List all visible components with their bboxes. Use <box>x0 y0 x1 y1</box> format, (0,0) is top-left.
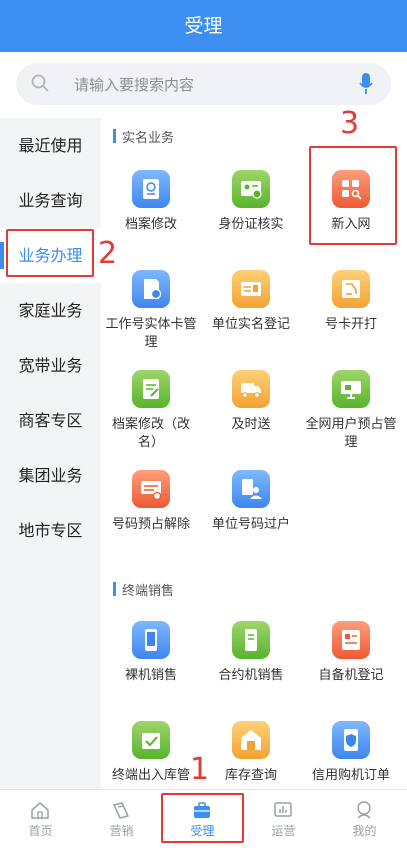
sidebar-item-business[interactable]: 商客专区 <box>0 393 101 448</box>
tile-number-transfer[interactable]: 单位号码过户 <box>201 470 301 534</box>
annotation-number-2: 2 <box>98 236 118 271</box>
tile-label: 单位实名登记 <box>211 317 290 332</box>
section-title-realname: 实名业务 <box>113 127 174 146</box>
register-form-icon <box>332 621 370 659</box>
marketing-icon <box>111 800 131 824</box>
tile-sim-card-management[interactable]: 工作号实体卡管理 <box>101 270 201 352</box>
tile-file-edit[interactable]: 档案修改 <box>101 170 201 234</box>
tile-delivery[interactable]: 及时送 <box>201 370 301 434</box>
annotation-number-1: 1 <box>190 752 210 787</box>
card-open-icon <box>332 270 370 308</box>
tile-label: 合约机销售 <box>218 668 284 683</box>
sidebar-item-broadband[interactable]: 宽带业务 <box>0 338 101 393</box>
tile-contract-phone-sale[interactable]: 合约机销售 <box>201 621 301 685</box>
tile-preoccupy-manage[interactable]: 全网用户预占管理 <box>301 370 401 452</box>
tab-home[interactable]: 首页 <box>0 790 81 848</box>
tile-bare-phone-sale[interactable]: 裸机销售 <box>101 621 201 685</box>
phone-icon <box>132 621 170 659</box>
search-icon <box>30 73 50 97</box>
sidebar-item-city[interactable]: 地市专区 <box>0 503 101 558</box>
tile-card-open[interactable]: 号卡开打 <box>301 270 401 334</box>
sidebar-item-family[interactable]: 家庭业务 <box>0 283 101 338</box>
tile-label: 库存查询 <box>224 768 277 783</box>
tile-label: 裸机销售 <box>124 668 177 683</box>
box-check-icon <box>132 721 170 759</box>
monitor-icon <box>332 370 370 408</box>
tile-label: 单位号码过户 <box>211 517 290 532</box>
tile-number-release[interactable]: 号码预占解除 <box>101 470 201 534</box>
sidebar-item-query[interactable]: 业务查询 <box>0 173 101 228</box>
annotation-box-accept-tab <box>161 793 244 843</box>
tab-label: 首页 <box>28 824 53 838</box>
tile-stock-query[interactable]: 库存查询 <box>201 721 301 785</box>
chart-icon <box>273 800 293 824</box>
tile-credit-order[interactable]: 信用购机订单 <box>301 721 401 785</box>
delivery-truck-icon <box>232 370 270 408</box>
credit-shield-icon <box>332 721 370 759</box>
sidebar-item-group[interactable]: 集团业务 <box>0 448 101 503</box>
tile-label: 全网用户预占管理 <box>305 417 397 450</box>
number-transfer-icon <box>232 470 270 508</box>
warehouse-icon <box>232 721 270 759</box>
microphone-icon[interactable] <box>359 73 373 99</box>
tab-label: 我的 <box>352 824 377 838</box>
tile-label: 档案修改 <box>124 217 177 232</box>
tab-marketing[interactable]: 营销 <box>81 790 162 848</box>
tile-label: 档案修改（改名） <box>111 417 190 450</box>
tile-label: 及时送 <box>231 417 271 432</box>
file-edit-icon <box>132 170 170 208</box>
tab-label: 运营 <box>271 824 296 838</box>
profile-icon <box>354 800 374 824</box>
tile-company-register[interactable]: 单位实名登记 <box>201 270 301 334</box>
sim-card-settings-icon <box>132 270 170 308</box>
tile-label: 号卡开打 <box>324 317 377 332</box>
tile-label: 工作号实体卡管理 <box>105 317 197 350</box>
number-release-icon <box>132 470 170 508</box>
tab-mine[interactable]: 我的 <box>324 790 405 848</box>
tile-label: 终端出入库管 <box>111 768 190 783</box>
tile-terminal-inventory[interactable]: 终端出入库管 <box>101 721 201 785</box>
tab-label: 营销 <box>109 824 134 838</box>
id-card-check-icon <box>232 170 270 208</box>
annotation-box-new-network <box>309 146 397 245</box>
search-input[interactable]: 请输入要搜索内容 <box>16 63 391 105</box>
company-card-icon <box>232 270 270 308</box>
tab-operation[interactable]: 运营 <box>243 790 324 848</box>
category-sidebar: 最近使用 业务查询 业务办理 家庭业务 宽带业务 商客专区 集团业务 地市专区 <box>0 118 101 789</box>
sidebar-item-recent[interactable]: 最近使用 <box>0 118 101 173</box>
tile-label: 信用购机订单 <box>311 768 390 783</box>
tile-file-rename[interactable]: 档案修改（改名） <box>101 370 201 452</box>
tile-label: 号码预占解除 <box>111 517 190 532</box>
contract-phone-icon <box>232 621 270 659</box>
annotation-number-3: 3 <box>340 106 360 141</box>
page-title: 受理 <box>0 0 407 52</box>
tile-label: 身份证核实 <box>218 217 284 232</box>
home-icon <box>30 800 50 824</box>
file-rename-icon <box>132 370 170 408</box>
tile-id-card-check[interactable]: 身份证核实 <box>201 170 301 234</box>
tile-own-device-register[interactable]: 自备机登记 <box>301 621 401 685</box>
annotation-box-sidebar <box>6 229 94 277</box>
section-title-terminal: 终端销售 <box>113 580 174 599</box>
tile-label: 自备机登记 <box>318 668 384 683</box>
search-placeholder: 请输入要搜索内容 <box>74 76 195 94</box>
